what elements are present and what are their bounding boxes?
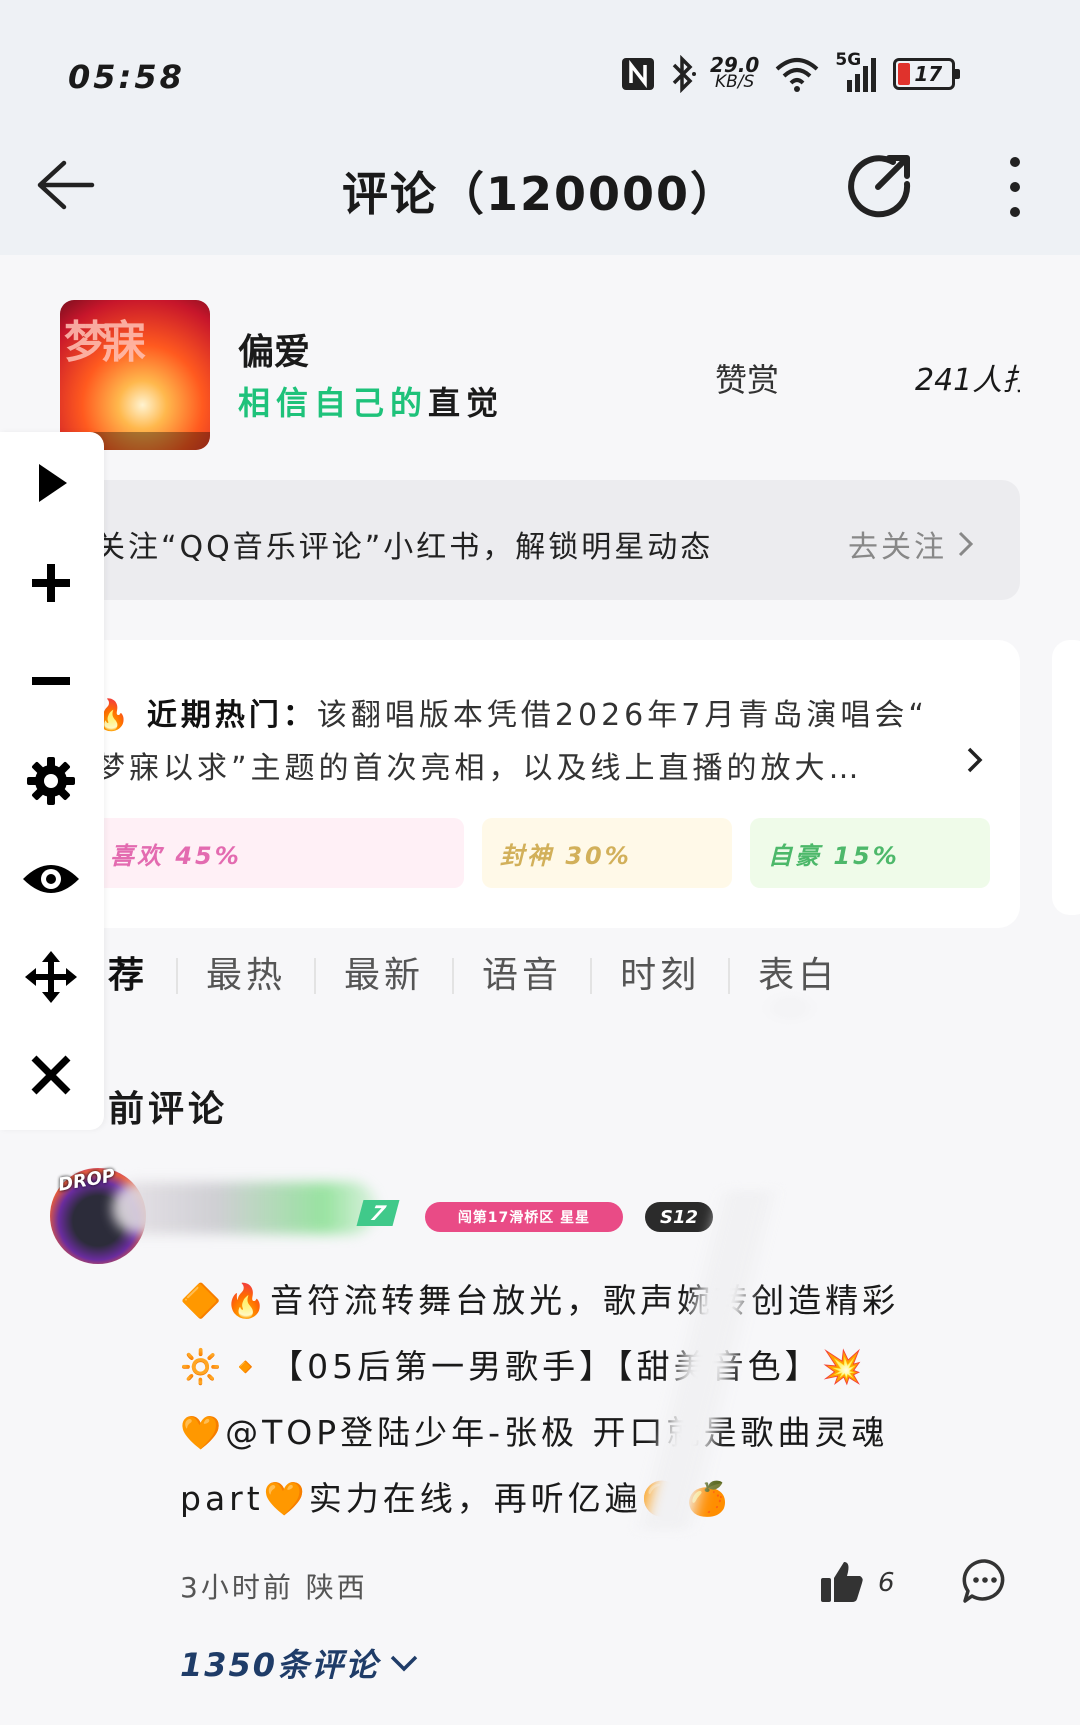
battery-indicator: 17 [893,58,961,90]
close-icon [31,1055,71,1095]
floating-toolbar [0,432,104,1130]
tab-hottest[interactable]: 最热 [178,958,317,994]
view-button[interactable] [20,848,82,910]
signal-icon [847,58,877,92]
emotion-tag-legendary[interactable]: 封神 30% [482,818,732,888]
close-button[interactable] [20,1044,82,1106]
follow-banner-text: 关注“QQ音乐评论”小红书，解锁明星动态 [95,530,714,565]
net-speed: 29.0 KB/S [710,53,760,92]
comment-text-line: 🧡@TOP登陆少年-张极 开口就是歌曲灵魂 [180,1413,889,1452]
chevron-right-icon [967,747,983,773]
bluetooth-icon [672,55,696,93]
song-subtitle: 相信自己的直觉 [238,384,505,422]
like-button[interactable] [818,1558,866,1606]
comment-location: 陕西 [305,1571,368,1604]
arrow-left-icon [37,160,95,210]
nfc-icon [622,58,654,90]
user-level-badge: 7 [356,1200,400,1226]
avatar-frame-text: DROP [56,1165,117,1196]
reply-button[interactable] [960,1556,1010,1606]
comment-text-line: 🔆🔸【05后第一男歌手】【甜美音色】💥 [180,1347,867,1386]
hot-topic-expand-button[interactable] [960,745,990,775]
zoom-in-button[interactable] [20,552,82,614]
zoom-in-icon [32,564,70,602]
more-button[interactable] [995,150,1035,225]
follow-button-label: 去关注 [848,530,947,565]
album-cover-art: 梦寐 [64,317,146,368]
comment-time: 3小时前 [180,1571,294,1604]
move-icon [25,951,77,1003]
comment-bubble-icon [962,1559,1005,1603]
eye-icon [23,865,79,893]
emotion-tag-love[interactable]: 喜欢 45% [92,818,464,888]
share-icon [848,155,911,218]
move-button[interactable] [20,946,82,1008]
tab-voice[interactable]: 语音 [454,958,593,994]
play-icon [39,464,67,502]
view-replies-link[interactable]: 1350条评论 [180,1640,419,1686]
hot-topic-label: 近期热门： [146,698,317,733]
hot-topic-line-1: 🔥 近期热门：该翻唱版本凭借2026年7月青岛演唱会“ [92,690,928,734]
hot-topic-text-1: 该翻唱版本凭借2026年7月青岛演唱会“ [316,698,928,733]
chevron-right-icon [958,531,974,557]
replies-count: 1350条评论 [180,1646,380,1684]
reward-count: 241人打 [915,363,1020,398]
signal-indicator: 5G [835,50,879,94]
comment-meta: 3小时前 陕西 [180,1566,368,1606]
zoom-out-button[interactable] [20,650,82,712]
reward-button[interactable]: 赞赏 [715,355,779,401]
fan-badge[interactable]: 闯第17滑桥区 星星 [425,1202,623,1232]
back-button[interactable] [30,150,100,220]
status-time: 05:58 [68,58,185,96]
settings-icon [27,757,75,805]
chevron-down-icon [390,1655,418,1672]
zoom-out-icon [32,677,70,685]
comment-tabs: 推荐 最热 最新 语音 时刻 表白 [68,958,866,994]
song-name[interactable]: 偏爱 [238,323,310,375]
follow-button[interactable]: 去关注 [848,522,975,566]
tab-latest[interactable]: 最新 [316,958,455,994]
next-card-edge [1052,640,1080,915]
wifi-icon [776,58,819,92]
more-vertical-icon [1010,157,1020,217]
comment-text-line: 🔶🔥音符流转舞台放光，歌声婉转创造精彩 [180,1281,900,1320]
album-cover[interactable]: 梦寐 [60,300,210,450]
page-title: 评论（120000） [341,167,739,221]
settings-button[interactable] [20,750,82,812]
thumbs-up-icon [821,1562,863,1602]
tab-moments[interactable]: 时刻 [592,958,731,994]
play-button[interactable] [20,452,82,514]
vip-badge[interactable]: S12 [645,1202,713,1232]
hot-topic-line-2: 梦寐以求”主题的首次亮相，以及线上直播的放大… [95,751,863,786]
status-icons: 29.0 KB/S 5G 17 [620,50,961,96]
tab-confession[interactable]: 表白 [730,958,866,994]
share-button[interactable] [845,150,915,220]
tab-overlay [760,990,820,1026]
username-blurred[interactable] [112,1182,377,1234]
like-count: 6 [878,1568,895,1598]
emotion-tag-proud[interactable]: 自豪 15% [750,818,990,888]
